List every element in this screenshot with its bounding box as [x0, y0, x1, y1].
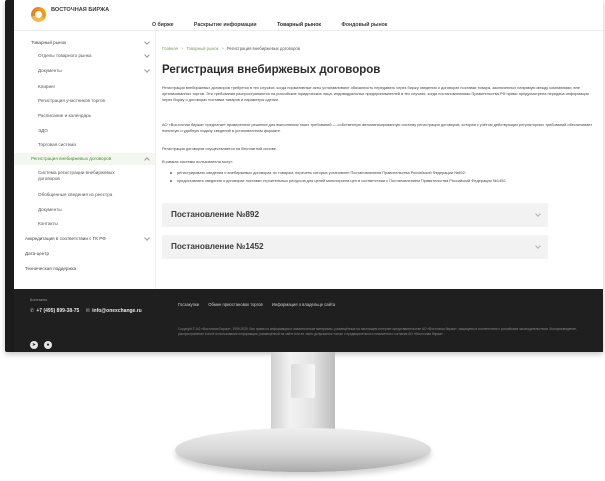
- monitor-stand-base: [175, 428, 431, 472]
- site-footer: Контакты ✆ +7 (495) 899-38-75 ✉ info@one…: [14, 289, 603, 352]
- accordion-title: Постановление №892: [171, 210, 260, 219]
- sidebar: Товарный рынок Отделы товарного рынка До…: [14, 31, 156, 289]
- sidebar-item-label: Документы: [38, 68, 62, 73]
- footer-phone-link[interactable]: +7 (495) 899-38-75: [36, 308, 79, 314]
- sidebar-item-contacts[interactable]: Контакты: [14, 218, 155, 230]
- list-item: регистрировать сведения о внебиржевых до…: [170, 170, 590, 176]
- chevron-down-icon: [535, 211, 541, 217]
- sidebar-item-participant-registration[interactable]: Регистрация участников торгов: [14, 95, 155, 107]
- sidebar-item-label: Расписание и календарь: [38, 113, 92, 118]
- sidebar-item-label: Товарный рынок: [31, 40, 67, 45]
- sidebar-item-trading-system[interactable]: Торговая система: [14, 139, 155, 151]
- nav-link-stock-market[interactable]: Фондовый рынок: [341, 22, 387, 28]
- sidebar-item-label: Обобщенные сведения из реестра: [38, 192, 113, 197]
- breadcrumb: Главная > Товарный рынок > Регистрация внеби…: [162, 46, 582, 51]
- sidebar-item-label: Регистрация внебиржевых договоров: [31, 156, 112, 161]
- phone-icon: ✆: [30, 308, 35, 314]
- capabilities-intro: В рамках системы пользователи могут:: [162, 159, 234, 164]
- sidebar-item-registry-summary[interactable]: Обобщенные сведения из реестра: [14, 189, 155, 201]
- capabilities-list: регистрировать сведения о внебиржевых до…: [170, 170, 590, 186]
- logo-icon: [31, 7, 46, 22]
- email-icon: ✉: [85, 308, 90, 314]
- chevron-down-icon: [144, 67, 150, 73]
- sidebar-item-label: Техническая поддержка: [25, 266, 77, 271]
- sidebar-item-documents[interactable]: Документы: [14, 65, 155, 77]
- footer-link-site-owner[interactable]: Информация о владельце сайта: [272, 302, 335, 307]
- sidebar-item-schedule[interactable]: Расписание и календарь: [14, 110, 155, 122]
- nav-link-commodity-market[interactable]: Товарный рынок: [277, 22, 321, 28]
- footer-email-link[interactable]: info@onexchange.ru: [92, 308, 142, 314]
- vk-icon[interactable]: ●: [44, 341, 52, 349]
- telegram-icon[interactable]: ➤: [30, 341, 38, 349]
- monitor-bezel: ВОСТОЧНАЯ БИРЖА О бирже Раскрытие информ…: [5, 0, 603, 352]
- sidebar-item-market-departments[interactable]: Отделы товарного рынка: [14, 50, 155, 62]
- sidebar-item-commodity-market[interactable]: Товарный рынок: [14, 37, 155, 49]
- footer-copyright: Copyright © АО «Восточная Биржа», 1999-2…: [178, 327, 577, 336]
- sidebar-item-edo[interactable]: ЭДО: [14, 125, 155, 137]
- chevron-down-icon: [144, 235, 150, 241]
- breadcrumb-commodity-market[interactable]: Товарный рынок: [186, 46, 218, 51]
- sidebar-item-label: Регистрация участников торгов: [38, 98, 105, 103]
- sidebar-item-otc-system[interactable]: Система регистрации внебиржевых договоро…: [14, 167, 155, 183]
- main-content: Главная > Товарный рынок > Регистрация внеби…: [162, 31, 603, 289]
- monitor-stand-neck: [271, 352, 335, 434]
- sidebar-item-label: Торговая система: [38, 142, 76, 147]
- chevron-down-icon: [144, 39, 150, 45]
- breadcrumb-separator-icon: >: [221, 46, 224, 51]
- sidebar-item-label: Клиринг: [38, 84, 56, 89]
- sidebar-item-label: Дата-центр: [25, 251, 50, 256]
- sidebar-item-label: Документы: [38, 207, 62, 212]
- browser-screen: ВОСТОЧНАЯ БИРЖА О бирже Раскрытие информ…: [14, 0, 603, 352]
- footer-social: ➤ ●: [30, 333, 58, 351]
- accordion-title: Постановление №1452: [171, 242, 264, 251]
- accordion-resolution-892[interactable]: Постановление №892: [162, 203, 548, 227]
- sidebar-item-data-center[interactable]: Дата-центр: [14, 248, 155, 260]
- chevron-down-icon: [144, 52, 150, 58]
- breadcrumb-home[interactable]: Главная: [162, 46, 178, 51]
- sidebar-item-otc-documents[interactable]: Документы: [14, 204, 155, 216]
- sidebar-item-clearing[interactable]: Клиринг: [14, 81, 155, 93]
- list-item: предоставлять сведения о договорах поста…: [170, 178, 590, 184]
- footer-contact-line: ✆ +7 (495) 899-38-75 ✉ info@onexchange.r…: [30, 308, 142, 314]
- breadcrumb-current: Регистрация внебиржевых договоров: [226, 46, 300, 51]
- nav-link-disclosure[interactable]: Раскрытие информации: [194, 22, 257, 28]
- free-of-charge-paragraph: Регистрация договоров осуществляется на …: [162, 146, 277, 151]
- nav-link-about[interactable]: О бирже: [152, 22, 173, 28]
- site-header: ВОСТОЧНАЯ БИРЖА О бирже Раскрытие информ…: [14, 0, 603, 31]
- chevron-up-icon: [144, 157, 150, 163]
- chevron-down-icon: [535, 243, 541, 249]
- sidebar-item-otc-registration[interactable]: Регистрация внебиржевых договоров: [14, 153, 155, 165]
- footer-links: Госзакупки Обмен приостановок торгов Инф…: [178, 302, 343, 307]
- sidebar-item-label: Контакты: [38, 221, 58, 226]
- accordion-resolution-1452[interactable]: Постановление №1452: [162, 235, 548, 259]
- footer-link-procurement[interactable]: Госзакупки: [178, 302, 199, 307]
- footer-contacts-label: Контакты: [30, 297, 48, 302]
- sidebar-item-accreditation[interactable]: Аккредитация в соответствии с ГК РФ: [14, 233, 155, 245]
- logo-text: ВОСТОЧНАЯ БИРЖА: [51, 7, 110, 13]
- sidebar-item-tech-support[interactable]: Техническая поддержка: [14, 263, 155, 275]
- breadcrumb-separator-icon: >: [180, 46, 184, 51]
- footer-link-trading-suspension[interactable]: Обмен приостановок торгов: [208, 302, 262, 307]
- top-nav: О бирже Раскрытие информации Товарный ры…: [152, 13, 403, 28]
- sidebar-item-label: Аккредитация в соответствии с ГК РФ: [25, 236, 106, 241]
- sidebar-item-label: Система регистрации внебиржевых договоро…: [38, 170, 115, 181]
- sidebar-item-label: ЭДО: [38, 128, 48, 133]
- page-title: Регистрация внебиржевых договоров: [162, 64, 381, 76]
- sidebar-item-label: Отделы товарного рынка: [38, 53, 92, 58]
- intro-paragraph: Регистрация внебиржевых договоров требуе…: [162, 85, 589, 103]
- solution-paragraph: АО «Восточная биржа» предлагает проверен…: [162, 122, 593, 134]
